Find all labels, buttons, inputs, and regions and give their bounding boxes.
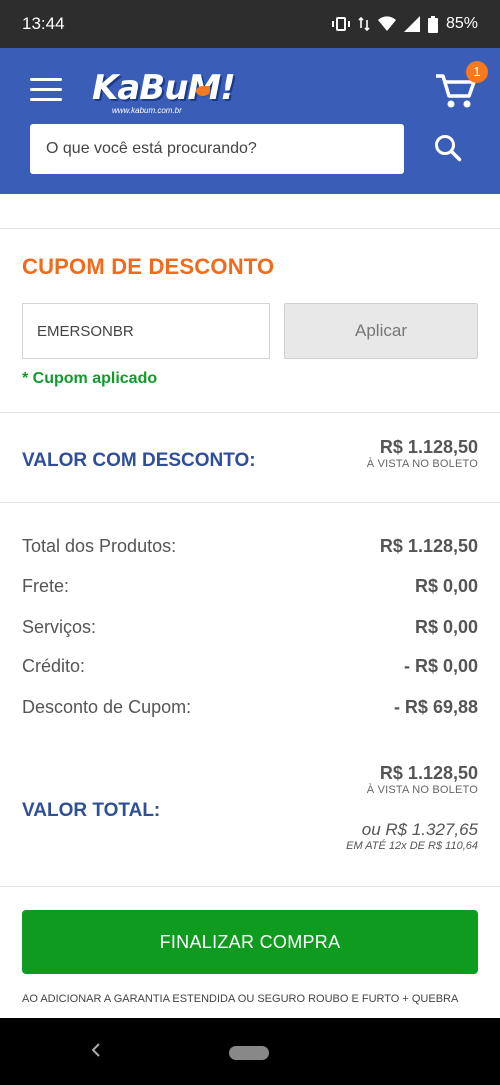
summary-value: R$ 0,00	[414, 617, 478, 637]
summary-value: - R$ 69,88	[393, 697, 478, 717]
total-label: VALOR TOTAL:	[22, 800, 161, 821]
discount-value-amount: R$ 1.128,50	[379, 437, 478, 457]
installment-note: EM ATÉ 12x DE R$ 110,64	[346, 840, 478, 852]
summary-row-coupon-discount: Desconto de Cupom: - R$ 69,88	[22, 697, 478, 718]
search-input[interactable]	[30, 124, 404, 174]
signal-icon	[403, 16, 420, 32]
coupon-code-input[interactable]	[22, 303, 270, 359]
summary-label: Desconto de Cupom:	[22, 697, 192, 717]
warranty-disclaimer: AO ADICIONAR A GARANTIA ESTENDIDA OU SEG…	[22, 993, 459, 1005]
total-note: À VISTA NO BOLETO	[366, 784, 478, 796]
vibrate-icon	[331, 17, 350, 31]
app-header: KaBuM! www.kabum.com.br 1	[0, 48, 500, 194]
total-amount: R$ 1.128,50	[379, 763, 478, 783]
battery-icon	[427, 15, 438, 33]
installment-total: ou R$ 1.327,65	[361, 820, 478, 839]
status-bar: 13:44 85%	[0, 0, 500, 48]
divider	[0, 886, 500, 887]
system-nav-bar	[0, 1018, 500, 1085]
divider	[0, 412, 500, 413]
logo-accent	[196, 86, 210, 96]
cart-count-badge: 1	[466, 61, 488, 83]
status-time: 13:44	[22, 14, 65, 33]
summary-label: Serviços:	[22, 617, 97, 637]
summary-row-shipping: Frete: R$ 0,00	[22, 576, 478, 597]
wifi-icon	[377, 16, 396, 31]
coupon-title: CUPOM DE DESCONTO	[22, 254, 275, 279]
apply-coupon-button[interactable]: Aplicar	[284, 303, 478, 359]
divider	[0, 228, 500, 229]
discount-value-note: À VISTA NO BOLETO	[366, 458, 478, 470]
total-value-block: R$ 1.128,50 À VISTA NO BOLETO	[367, 763, 478, 796]
divider	[0, 502, 500, 503]
coupon-applied-message: * Cupom aplicado	[22, 370, 158, 387]
home-pill[interactable]	[229, 1046, 269, 1060]
search-icon[interactable]	[432, 132, 464, 164]
installments-block: ou R$ 1.327,65 EM ATÉ 12x DE R$ 110,64	[346, 820, 478, 852]
battery-level: 85%	[445, 15, 478, 32]
logo-url: www.kabum.com.br	[112, 106, 182, 115]
summary-label: Frete:	[22, 576, 70, 596]
summary-value: R$ 0,00	[414, 576, 478, 596]
status-icons: 85%	[331, 15, 478, 33]
summary-row-services: Serviços: R$ 0,00	[22, 617, 478, 638]
data-arrows-icon	[358, 16, 370, 32]
summary-row-products: Total dos Produtos: R$ 1.128,50	[22, 536, 478, 557]
discount-value-block: R$ 1.128,50 À VISTA NO BOLETO	[367, 437, 478, 470]
discount-value-label: VALOR COM DESCONTO:	[22, 450, 256, 471]
summary-row-credit: Crédito: - R$ 0,00	[22, 656, 478, 677]
finalize-purchase-button[interactable]: FINALIZAR COMPRA	[22, 910, 478, 974]
back-chevron-icon[interactable]	[86, 1038, 106, 1062]
summary-label: Crédito:	[22, 656, 86, 676]
summary-label: Total dos Produtos:	[22, 536, 177, 556]
kabum-logo[interactable]: KaBuM!	[92, 68, 236, 108]
hamburger-menu-icon[interactable]	[30, 78, 62, 102]
summary-value: - R$ 0,00	[403, 656, 478, 676]
summary-value: R$ 1.128,50	[379, 536, 478, 556]
